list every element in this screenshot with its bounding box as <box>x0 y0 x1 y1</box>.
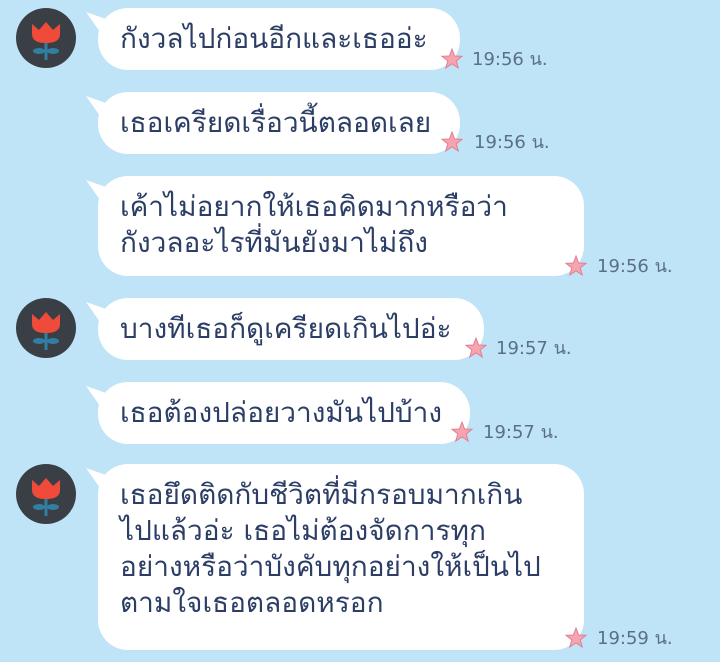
tulip-icon <box>32 312 60 350</box>
message-text: เธอเครียดเรื่อวนี้ตลอดเลย <box>120 106 432 139</box>
star-icon <box>450 420 474 443</box>
message-bubble[interactable]: กังวลไปก่อนอีกและเธออ่ะ <box>98 8 460 70</box>
message-bubble[interactable]: เธอยึดติดกับชีวิตที่มีกรอบมากเกิน ไปแล้ว… <box>98 464 584 650</box>
message-timestamp: 19:56 น. <box>474 132 550 153</box>
contact-avatar[interactable] <box>16 8 76 68</box>
message-bubble[interactable]: เค้าไม่อยากให้เธอคิดมากหรือว่า กังวลอะไร… <box>98 176 584 276</box>
message-text: กังวลไปก่อนอีกและเธออ่ะ <box>120 22 428 55</box>
message-timestamp: 19:57 น. <box>496 338 572 359</box>
message-bubble[interactable]: เธอเครียดเรื่อวนี้ตลอดเลย <box>98 92 460 154</box>
contact-avatar[interactable] <box>16 464 76 524</box>
message-timestamp: 19:56 น. <box>472 49 548 70</box>
star-icon <box>440 130 464 153</box>
message-text: เธอต้องปล่อยวางมันไปบ้าง <box>120 396 443 429</box>
message-text: บางทีเธอก็ดูเครียดเกินไปอ่ะ <box>120 312 452 345</box>
contact-avatar[interactable] <box>16 298 76 358</box>
message-text: ตามใจเธอตลอดหรอก <box>120 586 384 619</box>
message-timestamp: 19:57 น. <box>483 422 559 443</box>
message-text: อย่างหรือว่าบังคับทุกอย่างให้เป็นไป <box>120 550 541 583</box>
message-bubble[interactable]: บางทีเธอก็ดูเครียดเกินไปอ่ะ <box>98 298 484 360</box>
message-bubble[interactable]: เธอต้องปล่อยวางมันไปบ้าง <box>98 382 470 444</box>
star-icon <box>564 254 588 277</box>
star-icon <box>564 626 588 649</box>
message-text: กังวลอะไรที่มันยังมาไม่ถึง <box>120 226 428 259</box>
message-text: เธอยึดติดกับชีวิตที่มีกรอบมากเกิน <box>120 478 523 511</box>
star-icon <box>464 336 488 359</box>
tulip-icon <box>32 478 60 516</box>
message-timestamp: 19:59 น. <box>597 628 673 649</box>
tulip-icon <box>32 22 60 60</box>
star-icon <box>440 47 464 70</box>
message-text: เค้าไม่อยากให้เธอคิดมากหรือว่า <box>120 190 508 223</box>
message-timestamp: 19:56 น. <box>597 256 673 277</box>
message-text: ไปแล้วอ่ะ เธอไม่ต้องจัดการทุก <box>120 514 486 547</box>
